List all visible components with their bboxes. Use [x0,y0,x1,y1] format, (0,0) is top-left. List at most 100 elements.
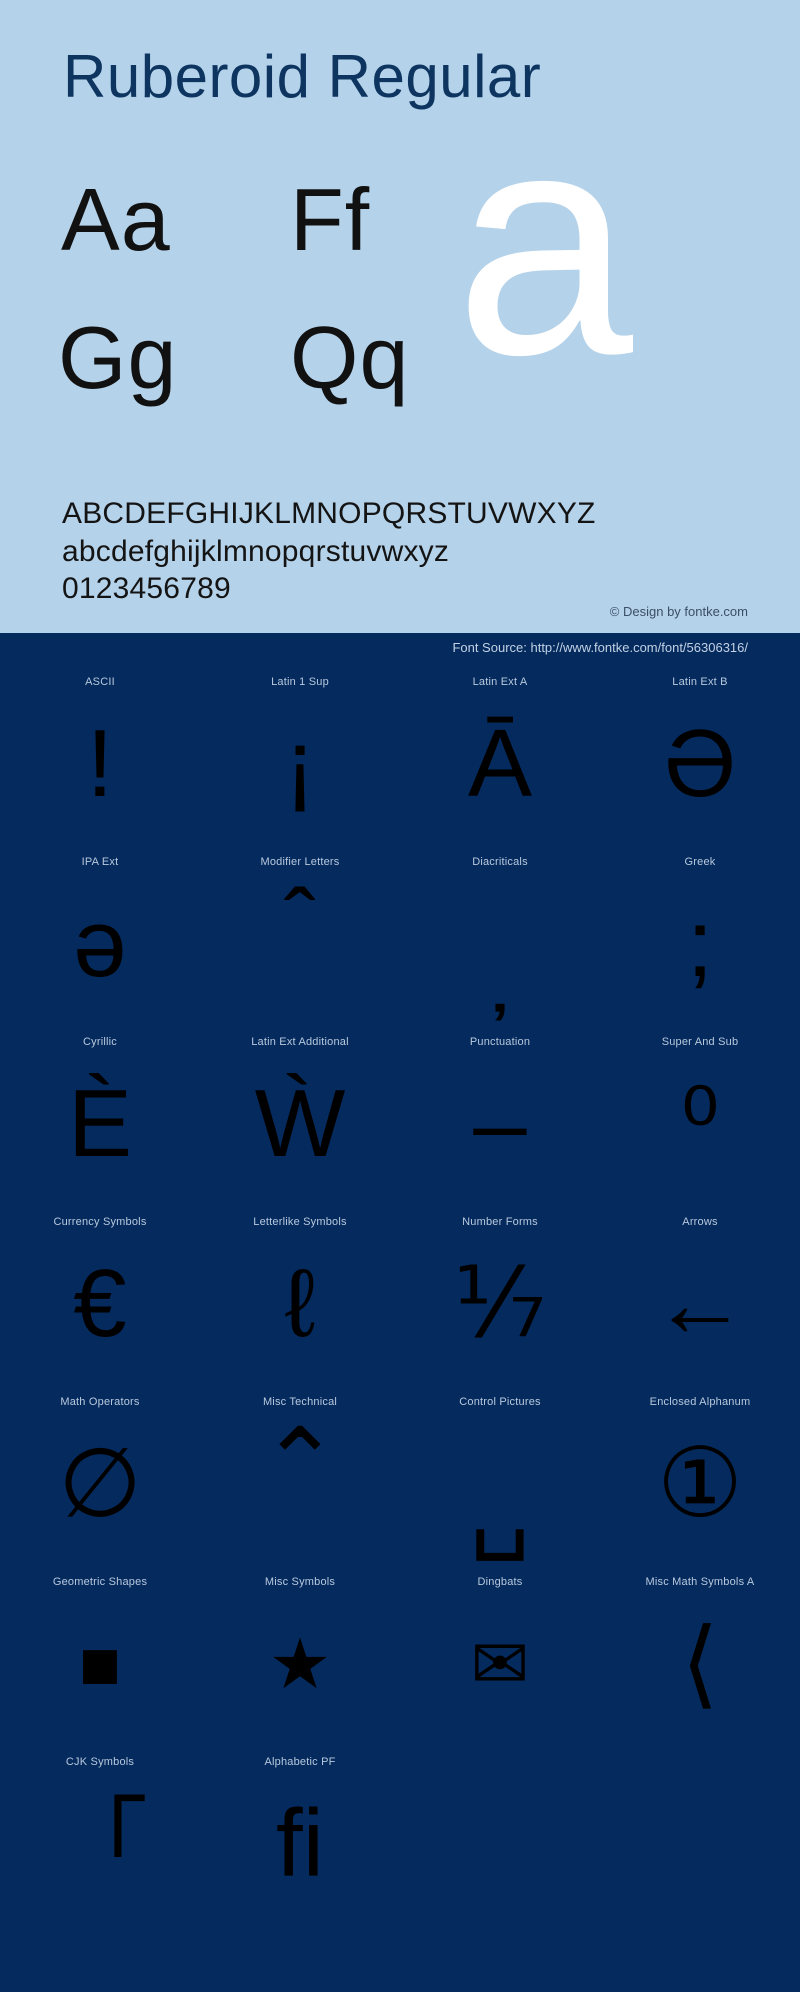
unicode-block-cell-super-and-sub[interactable]: Super And Sub ⁰ [600,1023,800,1203]
unicode-block-glyph [600,1769,800,1919]
unicode-block-glyph: ﬁ [276,1790,324,1897]
unicode-block-row: Currency Symbols € Letterlike Symbols ℓ Numb… [0,1203,800,1383]
unicode-block-label: Latin 1 Sup [271,676,329,688]
unicode-block-label: Diacriticals [472,856,528,868]
unicode-block-label: Latin Ext A [472,676,528,688]
alphabet-uppercase: ABCDEFGHIJKLMNOPQRSTUVWXYZ [62,497,596,530]
unicode-block-label: Arrows [682,1216,718,1228]
unicode-block-row: Cyrillic Ѐ Latin Ext Additional Ẁ Punctuatio… [0,1023,800,1203]
unicode-block-label: Punctuation [469,1036,531,1048]
unicode-block-label: Cyrillic [83,1036,117,1048]
unicode-block-glyph: Ѐ [67,1070,133,1177]
unicode-block-cell-currency-symbols[interactable]: Currency Symbols € [0,1203,200,1383]
unicode-block-cell-arrows[interactable]: Arrows ← [600,1203,800,1383]
font-source-bar: Font Source: http://www.fontke.com/font/… [0,633,800,663]
unicode-block-row: ASCII! Latin 1 Sup ¡ Latin Ext A Ā Latin Ext … [0,663,800,843]
sample-pair-aa: Aa [61,170,171,269]
unicode-block-glyph: ⅐ [453,1250,547,1357]
unicode-block-label: Number Forms [462,1216,538,1228]
unicode-block-label: Misc Math Symbols A [645,1576,755,1588]
unicode-block-cell-ipa-ext[interactable]: IPA Ext ə [0,843,200,1023]
unicode-block-row: Geometric Shapes ■ Misc Symbols ★ Dingbats ✉ M… [0,1563,800,1743]
unicode-block-glyph: 「 [52,1790,148,1897]
unicode-block-cell-misc-math-symbols-a[interactable]: Misc Math Symbols A ⟨ [600,1563,800,1743]
unicode-block-cell-misc-symbols[interactable]: Misc Symbols ★ [200,1563,400,1743]
unicode-block-glyph: ␣ [469,1453,531,1560]
unicode-block-label: Latin Ext Additional [251,1036,349,1048]
unicode-block-glyph: ¡ [284,710,316,817]
sample-pair-gg: Gg [58,308,178,407]
unicode-block-glyph: Ā [467,710,533,817]
unicode-block-label: Alphabetic PF [264,1756,336,1768]
watermark-glyph: a [455,63,633,421]
unicode-block-label: Super And Sub [661,1036,739,1048]
unicode-block-label: IPA Ext [81,856,119,868]
unicode-block-glyph: Ẁ [254,1070,346,1177]
alphabet-lowercase: abcdefghijklmnopqrstuvwxyz [62,535,450,568]
unicode-block-cell-control-pictures[interactable]: Control Pictures ␣ [400,1383,600,1563]
unicode-block-cell-modifier-letters[interactable]: Modifier Letters ˆ [200,843,400,1023]
unicode-block-glyph: ; [686,890,714,997]
unicode-block-row: Math Operators ∅ Misc Technical ⌃ Control Pi… [0,1383,800,1563]
unicode-block-grid: ASCII! Latin 1 Sup ¡ Latin Ext A Ā Latin Ext … [0,663,800,1992]
unicode-block-cell-empty [400,1743,600,1923]
unicode-block-glyph: ℓ [284,1250,316,1357]
unicode-block-row: CJK Symbols 「 Alphabetic PF ﬁ [0,1743,800,1923]
unicode-block-cell-latin-ext-b[interactable]: Latin Ext B Ə [600,663,800,843]
unicode-block-glyph: ˆ [284,870,316,977]
unicode-block-glyph: ① [656,1430,744,1537]
font-specimen-page: Ruberoid Regular Aa Ff Gg Qq a ABCDEFGHI… [0,0,800,1992]
unicode-block-cell-cjk-symbols[interactable]: CJK Symbols 「 [0,1743,200,1923]
unicode-block-cell-number-forms[interactable]: Number Forms ⅐ [400,1203,600,1383]
unicode-block-label: Control Pictures [459,1396,541,1408]
unicode-block-glyph: ∅ [58,1430,142,1537]
unicode-block-label: Modifier Letters [260,856,340,868]
unicode-block-glyph: ə [73,890,127,997]
unicode-block-cell-cyrillic[interactable]: Cyrillic Ѐ [0,1023,200,1203]
unicode-block-cell-diacriticals[interactable]: Diacriticalș [400,843,600,1023]
unicode-block-glyph: ■ [78,1625,122,1703]
unicode-block-glyph [400,1769,600,1919]
unicode-block-glyph: – [473,1070,527,1177]
unicode-block-cell-empty [600,1743,800,1923]
unicode-block-label: Misc Symbols [264,1576,336,1588]
unicode-block-cell-greek[interactable]: Greek; [600,843,800,1023]
unicode-block-cell-latin-ext-additional[interactable]: Latin Ext Additional Ẁ [200,1023,400,1203]
unicode-block-glyph: ⌃ [259,1410,341,1517]
unicode-block-cell-alphabetic-pf[interactable]: Alphabetic PF ﬁ [200,1743,400,1923]
unicode-block-cell-misc-technical[interactable]: Misc Technical ⌃ [200,1383,400,1563]
unicode-block-glyph: ! [86,710,114,817]
unicode-block-glyph: € [73,1250,127,1357]
unicode-block-cell-latin-ext-a[interactable]: Latin Ext A Ā [400,663,600,843]
copyright-credit: © Design by fontke.com [609,604,748,619]
sample-pair-qq: Qq [290,308,410,407]
unicode-block-row: IPA ExtəModifier LettersˆDiacriticalșGr… [0,843,800,1023]
unicode-block-glyph: ⁰ [680,1070,720,1177]
unicode-block-label: Currency Symbols [53,1216,147,1228]
unicode-block-label: Enclosed Alphanum [649,1396,751,1408]
unicode-block-cell-geometric-shapes[interactable]: Geometric Shapes ■ [0,1563,200,1743]
unicode-block-cell-dingbats[interactable]: Dingbats ✉ [400,1563,600,1743]
unicode-block-label: Misc Technical [262,1396,338,1408]
unicode-block-glyph: ⟨ [681,1610,719,1717]
unicode-block-cell-punctuation[interactable]: Punctuation – [400,1023,600,1203]
unicode-block-label: Math Operators [60,1396,140,1408]
unicode-block-cell-letterlike-symbols[interactable]: Letterlike Symbols ℓ [200,1203,400,1383]
unicode-block-cell-math-operators[interactable]: Math Operators ∅ [0,1383,200,1563]
unicode-block-label: Letterlike Symbols [253,1216,347,1228]
unicode-block-cell-ascii[interactable]: ASCII! [0,663,200,843]
unicode-block-label: Geometric Shapes [52,1576,148,1588]
unicode-block-label: Latin Ext B [672,676,728,688]
unicode-block-label: Greek [684,856,716,868]
unicode-block-cell-latin-1-sup[interactable]: Latin 1 Sup ¡ [200,663,400,843]
font-source-link[interactable]: Font Source: http://www.fontke.com/font/… [452,639,748,657]
digits-sample: 0123456789 [62,572,231,605]
unicode-block-glyph: ★ [268,1625,332,1703]
unicode-block-glyph: ✉ [470,1625,530,1703]
unicode-block-cell-enclosed-alphanum[interactable]: Enclosed Alphanum ① [600,1383,800,1563]
unicode-block-glyph: Ə [663,710,737,817]
unicode-block-label: ASCII [85,676,115,688]
unicode-block-label: Dingbats [477,1576,523,1588]
sample-pair-ff: Ff [290,170,371,269]
unicode-block-glyph: ̦ [400,869,600,1019]
